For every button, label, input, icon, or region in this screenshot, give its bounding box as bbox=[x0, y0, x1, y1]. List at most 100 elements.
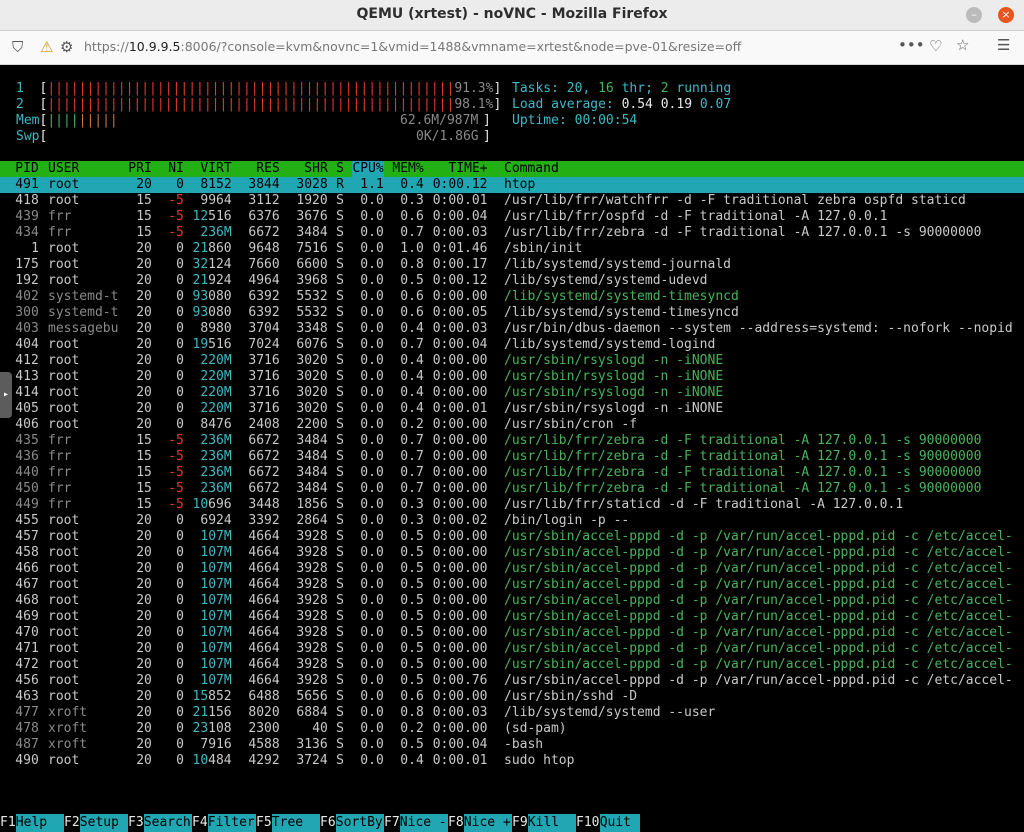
process-row[interactable]: 192 root 20 0 21924 4964 3968 S 0.0 0.5 0:00.12/li… bbox=[0, 273, 1024, 289]
minimize-icon[interactable]: – bbox=[966, 7, 982, 23]
url-bar[interactable]: https://10.9.9.5:8006/?console=kvm&novnc… bbox=[84, 39, 741, 54]
process-user: root bbox=[48, 417, 80, 432]
process-row[interactable]: 405 root 20 0 220M 3716 3020 S 0.0 0.4 0:00.01/usr… bbox=[0, 401, 1024, 417]
process-shr: 5532 bbox=[296, 289, 328, 304]
process-row[interactable]: 468 root 20 0 107M 4664 3928 S 0.0 0.5 0:00.00/usr… bbox=[0, 593, 1024, 609]
fkey-f6[interactable]: F6 bbox=[320, 814, 336, 832]
permissions-icon[interactable]: ⚙ bbox=[60, 38, 73, 56]
process-row[interactable]: 403 messagebu 20 0 8980 3704 3348 S 0.0 0.4 0:00.0… bbox=[0, 321, 1024, 337]
process-res: 6672 bbox=[248, 481, 280, 496]
bookmark-star-icon[interactable]: ☆ bbox=[956, 36, 969, 54]
process-row[interactable]: 477 xroft 20 0 21156 8020 6884 S 0.0 0.8 0:00.03/l… bbox=[0, 705, 1024, 721]
column-header-time[interactable]: TIME+ bbox=[449, 161, 488, 177]
process-res: 4664 bbox=[248, 641, 280, 656]
close-icon[interactable]: × bbox=[998, 7, 1014, 23]
menu-icon[interactable]: ☰ bbox=[997, 36, 1010, 54]
fkey-f4[interactable]: F4 bbox=[192, 814, 208, 832]
fkey-f10[interactable]: F10 bbox=[576, 814, 599, 832]
process-row[interactable]: 449 frr 15 -5 10696 3448 1856 S 0.0 0.3 0:00.00/us… bbox=[0, 497, 1024, 513]
process-row[interactable]: 478 xroft 20 0 23108 2300 40 S 0.0 0.2 0:00.00 (sd-… bbox=[0, 721, 1024, 737]
process-row[interactable]: 436 frr 15 -5 236M 6672 3484 S 0.0 0.7 0:00.00/usr… bbox=[0, 449, 1024, 465]
process-row[interactable]: 457 root 20 0 107M 4664 3928 S 0.0 0.5 0:00.00/usr… bbox=[0, 529, 1024, 545]
process-row[interactable]: 414 root 20 0 220M 3716 3020 S 0.0 0.4 0:00.00/usr… bbox=[0, 385, 1024, 401]
process-res: 3716 bbox=[248, 401, 280, 416]
process-pri: 20 bbox=[136, 369, 152, 384]
process-row[interactable]: 469 root 20 0 107M 4664 3928 S 0.0 0.5 0:00.00/usr… bbox=[0, 609, 1024, 625]
process-row[interactable]: 406 root 20 0 8476 2408 2200 S 0.0 0.2 0:00.00/usr… bbox=[0, 417, 1024, 433]
fkey-label-f6[interactable]: SortBy bbox=[335, 814, 384, 832]
vnc-screen[interactable]: 1 [|||||||||||||||||||||||||||||||||||||… bbox=[0, 65, 1024, 832]
process-row[interactable]: 458 root 20 0 107M 4664 3928 S 0.0 0.5 0:00.00/usr… bbox=[0, 545, 1024, 561]
column-header-s[interactable]: S bbox=[336, 161, 344, 177]
process-cpu: 1.1 bbox=[360, 177, 384, 192]
fkey-label-f2[interactable]: Setup bbox=[79, 814, 128, 832]
process-time: 0:00.01 bbox=[432, 753, 488, 768]
process-row[interactable]: 434 frr 15 -5 236M 6672 3484 S 0.0 0.7 0:00.03/usr… bbox=[0, 225, 1024, 241]
pocket-icon[interactable]: ♡ bbox=[929, 37, 942, 55]
process-row[interactable]: 467 root 20 0 107M 4664 3928 S 0.0 0.5 0:00.00/usr… bbox=[0, 577, 1024, 593]
process-row[interactable]: 413 root 20 0 220M 3716 3020 S 0.0 0.4 0:00.00/usr… bbox=[0, 369, 1024, 385]
fkey-f8[interactable]: F8 bbox=[448, 814, 464, 832]
fkey-label-f10[interactable]: Quit bbox=[599, 814, 640, 832]
fkey-f2[interactable]: F2 bbox=[64, 814, 80, 832]
column-header-pid[interactable]: PID bbox=[15, 161, 38, 177]
fkey-f1[interactable]: F1 bbox=[0, 814, 16, 832]
process-row[interactable]: 471 root 20 0 107M 4664 3928 S 0.0 0.5 0:00.00/usr… bbox=[0, 641, 1024, 657]
insecure-lock-icon[interactable]: ⚠ bbox=[40, 38, 53, 56]
column-header-mem[interactable]: MEM% bbox=[392, 161, 423, 177]
fkey-label-f8[interactable]: Nice + bbox=[463, 814, 512, 832]
process-row[interactable]: 404 root 20 0 19516 7024 6076 S 0.0 0.7 0:00.04/li… bbox=[0, 337, 1024, 353]
page-actions-icon[interactable]: ••• bbox=[898, 36, 925, 54]
process-row[interactable]: 470 root 20 0 107M 4664 3928 S 0.0 0.5 0:00.00/usr… bbox=[0, 625, 1024, 641]
novnc-control-bar-handle[interactable]: ▸ bbox=[0, 372, 12, 418]
column-header-res[interactable]: RES bbox=[256, 161, 279, 177]
fkey-f7[interactable]: F7 bbox=[384, 814, 400, 832]
process-user: xroft bbox=[48, 721, 88, 736]
process-cpu: 0.0 bbox=[360, 369, 384, 384]
process-row[interactable]: 455 root 20 0 6924 3392 2864 S 0.0 0.3 0:00.02/bin… bbox=[0, 513, 1024, 529]
fkey-label-f1[interactable]: Help bbox=[15, 814, 64, 832]
process-row[interactable]: 435 frr 15 -5 236M 6672 3484 S 0.0 0.7 0:00.00/usr… bbox=[0, 433, 1024, 449]
process-pri: 20 bbox=[136, 593, 152, 608]
process-row[interactable]: 439 frr 15 -5 12516 6376 3676 S 0.0 0.6 0:00.04/us… bbox=[0, 209, 1024, 225]
column-header-cpu[interactable]: CPU% bbox=[352, 161, 384, 177]
column-header-cmd[interactable]: Command bbox=[504, 161, 559, 177]
process-row[interactable]: 456 root 20 0 107M 4664 3928 S 0.0 0.5 0:00.76/usr… bbox=[0, 673, 1024, 689]
process-row[interactable]: 472 root 20 0 107M 4664 3928 S 0.0 0.5 0:00.00/usr… bbox=[0, 657, 1024, 673]
process-row[interactable]: 487 xroft 20 0 7916 4588 3136 S 0.0 0.5 0:00.04 -ba… bbox=[0, 737, 1024, 753]
process-row[interactable]: 175 root 20 0 32124 7660 6600 S 0.0 0.8 0:00.17/li… bbox=[0, 257, 1024, 273]
fkey-label-f4[interactable]: Filter bbox=[207, 814, 256, 832]
column-header-user[interactable]: USER bbox=[48, 161, 79, 177]
fkey-label-f7[interactable]: Nice - bbox=[399, 814, 448, 832]
process-table-header[interactable]: PID USER PRI NI VIRT RES SHR S CPU% MEM% TIME+ Comm… bbox=[0, 161, 1024, 177]
process-cmd: /usr/sbin/accel-pppd -d -p /var/run/acce… bbox=[504, 593, 1013, 608]
process-row[interactable]: 491 root 20 0 8152 3844 3028 R 1.1 0.4 0:00.12 htop bbox=[0, 177, 1024, 193]
fkey-f9[interactable]: F9 bbox=[512, 814, 528, 832]
process-cpu: 0.0 bbox=[360, 321, 384, 336]
process-row[interactable]: 490 root 20 0 10484 4292 3724 S 0.0 0.4 0:00.01 sud… bbox=[0, 753, 1024, 769]
fkey-label-f3[interactable]: Search bbox=[143, 814, 192, 832]
process-row[interactable]: 463 root 20 0 15852 6488 5656 S 0.0 0.6 0:00.00/us… bbox=[0, 689, 1024, 705]
process-s: S bbox=[336, 625, 344, 640]
column-header-ni[interactable]: NI bbox=[168, 161, 184, 177]
fkey-f3[interactable]: F3 bbox=[128, 814, 144, 832]
column-header-shr[interactable]: SHR bbox=[304, 161, 327, 177]
fkey-f5[interactable]: F5 bbox=[256, 814, 272, 832]
process-cpu: 0.0 bbox=[360, 353, 384, 368]
process-row[interactable]: 1 root 20 0 21860 9648 7516 S 0.0 1.0 0:01.46/sbin… bbox=[0, 241, 1024, 257]
process-row[interactable]: 418 root 15 -5 9964 3112 1920 S 0.0 0.3 0:00.01/us… bbox=[0, 193, 1024, 209]
column-header-pri[interactable]: PRI bbox=[128, 161, 151, 177]
fkey-label-f5[interactable]: Tree bbox=[271, 814, 320, 832]
process-pri: 20 bbox=[136, 721, 152, 736]
process-row[interactable]: 402 systemd-t 20 0 93080 6392 5532 S 0.0 0.6 0:00.… bbox=[0, 289, 1024, 305]
process-mem: 0.7 bbox=[400, 481, 424, 496]
fkey-label-f9[interactable]: Kill bbox=[527, 814, 576, 832]
process-row[interactable]: 440 frr 15 -5 236M 6672 3484 S 0.0 0.7 0:00.00/usr… bbox=[0, 465, 1024, 481]
column-header-virt[interactable]: VIRT bbox=[200, 161, 231, 177]
process-row[interactable]: 450 frr 15 -5 236M 6672 3484 S 0.0 0.7 0:00.00/usr… bbox=[0, 481, 1024, 497]
shield-icon[interactable]: ⛉ bbox=[12, 38, 23, 56]
mem-meter: Mem[||||||||| bbox=[16, 113, 118, 128]
process-row[interactable]: 466 root 20 0 107M 4664 3928 S 0.0 0.5 0:00.00/usr… bbox=[0, 561, 1024, 577]
process-row[interactable]: 412 root 20 0 220M 3716 3020 S 0.0 0.4 0:00.00/usr… bbox=[0, 353, 1024, 369]
process-row[interactable]: 300 systemd-t 20 0 93080 6392 5532 S 0.0 0.6 0:00.… bbox=[0, 305, 1024, 321]
